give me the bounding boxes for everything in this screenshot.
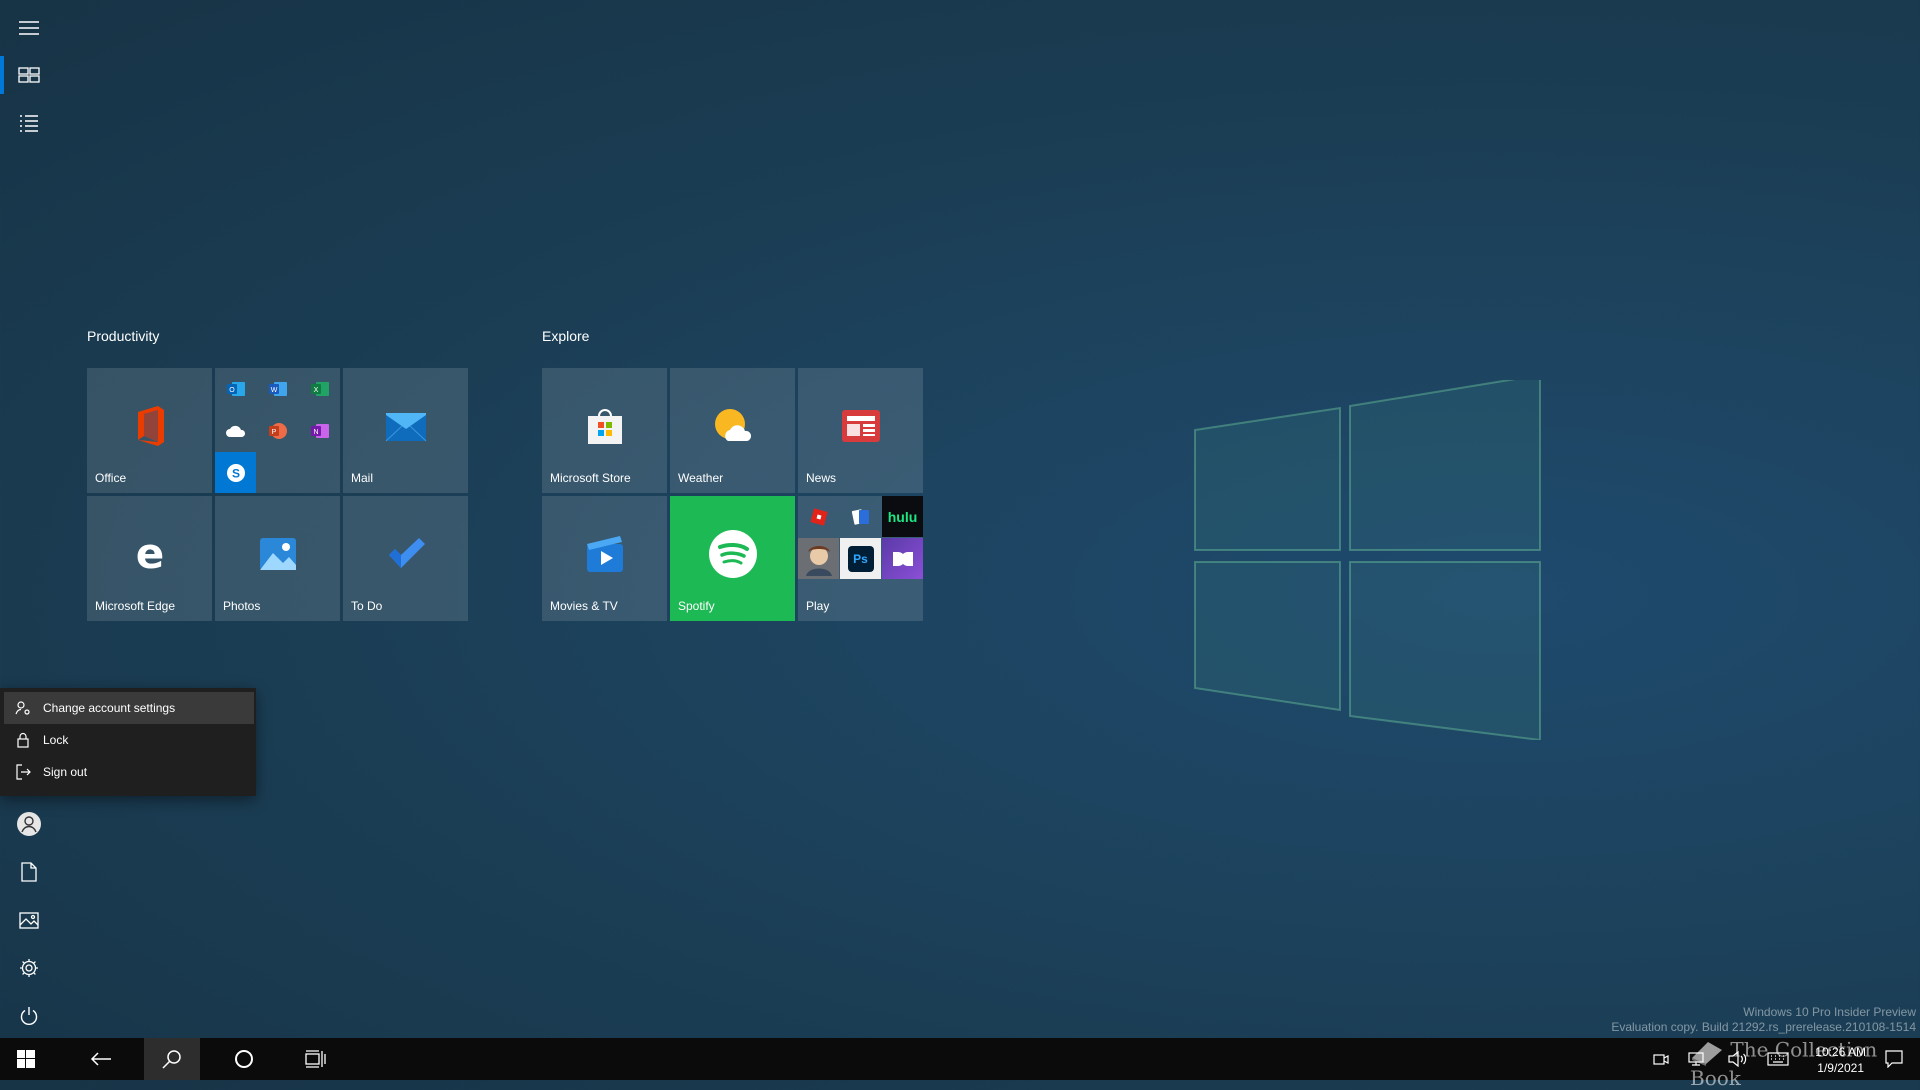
tile-microsoft-edge[interactable]: e Microsoft Edge <box>87 496 212 621</box>
settings-icon[interactable] <box>0 944 58 992</box>
task-view-icon <box>305 1049 327 1069</box>
lock-icon <box>15 732 31 748</box>
user-icon[interactable] <box>0 800 58 848</box>
photoshop-label: Ps <box>853 552 868 566</box>
spotify-icon <box>708 529 758 579</box>
tile-weather[interactable]: Weather <box>670 368 795 493</box>
back-button[interactable] <box>74 1038 128 1080</box>
menu-item-label: Sign out <box>43 765 87 779</box>
start-button[interactable] <box>0 1038 52 1080</box>
tile-label: Microsoft Edge <box>95 599 175 613</box>
outlook-icon[interactable]: O <box>215 368 256 409</box>
powerpoint-icon[interactable]: P <box>257 410 298 451</box>
tile-office-apps-folder[interactable]: O W X P N S <box>215 368 340 493</box>
start-rail <box>0 0 58 1038</box>
watermark-line-edition: Windows 10 Pro Insider Preview <box>1611 1005 1916 1020</box>
change-account-settings-item[interactable]: Change account settings <box>4 692 254 724</box>
edge-icon: e <box>130 534 170 574</box>
excel-icon[interactable]: X <box>299 368 340 409</box>
group-title-explore[interactable]: Explore <box>542 328 589 344</box>
news-icon <box>841 409 881 443</box>
onedrive-icon[interactable] <box>215 410 256 451</box>
build-watermark: Windows 10 Pro Insider Preview Evaluatio… <box>1611 1005 1916 1035</box>
tile-play-folder[interactable]: hulu Ps Play <box>798 496 923 621</box>
channel-watermark: The Collection Book <box>1690 1036 1920 1090</box>
windows-logo-icon <box>17 1050 35 1068</box>
pictures-icon[interactable] <box>0 896 58 944</box>
svg-text:e: e <box>135 534 164 574</box>
cortana-circle-icon <box>234 1049 254 1069</box>
svg-text:N: N <box>313 429 318 436</box>
tiles-icon[interactable] <box>0 51 58 99</box>
watermark-line-build: Evaluation copy. Build 21292.rs_prerelea… <box>1611 1020 1916 1035</box>
svg-text:S: S <box>231 466 239 480</box>
solitaire-icon[interactable] <box>840 496 881 537</box>
store-icon <box>585 406 625 446</box>
game-character-icon[interactable] <box>798 538 839 579</box>
skype-icon[interactable]: S <box>215 452 256 493</box>
mail-icon <box>384 409 428 443</box>
tile-label: Microsoft Store <box>550 471 631 485</box>
menu-item-label: Change account settings <box>43 701 175 715</box>
tile-label: Office <box>95 471 126 485</box>
back-arrow-icon <box>90 1051 112 1067</box>
tile-spotify[interactable]: Spotify <box>670 496 795 621</box>
sign-out-item[interactable]: Sign out <box>4 756 254 788</box>
svg-text:O: O <box>229 387 235 394</box>
tile-label: Photos <box>223 599 260 613</box>
taskbar: 10:26 AM 1/9/2021 <box>0 1038 1920 1080</box>
tile-label: Mail <box>351 471 373 485</box>
svg-text:W: W <box>270 387 277 394</box>
tile-microsoft-store[interactable]: Microsoft Store <box>542 368 667 493</box>
movies-tv-icon <box>584 534 626 574</box>
svg-text:X: X <box>313 387 318 394</box>
hulu-icon[interactable]: hulu <box>882 496 923 537</box>
search-button[interactable] <box>144 1038 200 1080</box>
group-title-productivity[interactable]: Productivity <box>87 328 159 344</box>
tile-label: Weather <box>678 471 723 485</box>
account-menu: Change account settings Lock Sign out <box>0 688 256 796</box>
word-icon[interactable]: W <box>257 368 298 409</box>
photos-icon <box>259 537 297 571</box>
tile-news[interactable]: News <box>798 368 923 493</box>
roblox-icon[interactable] <box>798 496 839 537</box>
windows-wallpaper-logo <box>1190 380 1550 740</box>
dolby-access-icon[interactable] <box>882 538 923 579</box>
tile-photos[interactable]: Photos <box>215 496 340 621</box>
tile-label: Play <box>806 599 829 613</box>
tile-label: To Do <box>351 599 382 613</box>
tile-label: Movies & TV <box>550 599 618 613</box>
tile-movies-tv[interactable]: Movies & TV <box>542 496 667 621</box>
book-logo-icon <box>1690 1036 1724 1066</box>
sign-out-icon <box>15 764 31 780</box>
office-icon <box>130 404 170 448</box>
tile-mail[interactable]: Mail <box>343 368 468 493</box>
todo-check-icon <box>386 537 426 571</box>
svg-text:P: P <box>271 429 276 436</box>
hamburger-icon[interactable] <box>0 4 58 52</box>
tile-label: News <box>806 471 836 485</box>
tile-label: Spotify <box>678 599 715 613</box>
cortana-button[interactable] <box>217 1038 271 1080</box>
hulu-logo-text: hulu <box>888 509 918 525</box>
task-view-button[interactable] <box>289 1038 343 1080</box>
user-settings-icon <box>15 700 31 716</box>
tile-office[interactable]: Office <box>87 368 212 493</box>
onenote-icon[interactable]: N <box>299 410 340 451</box>
search-icon <box>162 1049 182 1069</box>
lock-item[interactable]: Lock <box>4 724 254 756</box>
menu-item-label: Lock <box>43 733 68 747</box>
power-icon[interactable] <box>0 992 58 1040</box>
tile-to-do[interactable]: To Do <box>343 496 468 621</box>
weather-icon <box>712 407 754 445</box>
document-icon[interactable] <box>0 848 58 896</box>
photoshop-icon[interactable]: Ps <box>840 538 881 579</box>
list-icon[interactable] <box>0 99 58 147</box>
meet-now-icon[interactable] <box>1646 1038 1676 1080</box>
